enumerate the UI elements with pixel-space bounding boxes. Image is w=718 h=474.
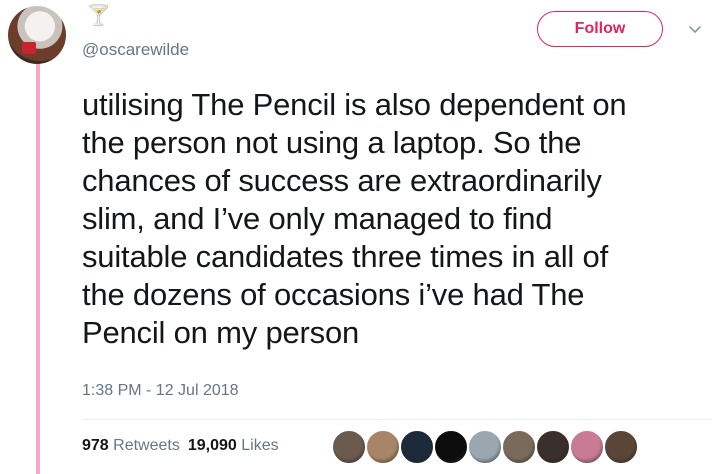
- tweet-stats: 978 Retweets 19,090 Likes: [82, 436, 279, 456]
- tweet-text: utilising The Pencil is also dependent o…: [82, 87, 627, 350]
- author-display-name[interactable]: 🍸: [86, 4, 111, 28]
- likes-count: 19,090: [187, 437, 237, 454]
- liker-avatar[interactable]: [603, 429, 639, 465]
- liker-avatar[interactable]: [399, 429, 435, 465]
- liker-avatar[interactable]: [501, 429, 537, 465]
- liker-avatar[interactable]: [365, 429, 401, 465]
- tweet-timestamp[interactable]: 1:38 PM - 12 Jul 2018: [82, 381, 239, 401]
- retweets-label: Retweets: [113, 437, 180, 454]
- retweets-count: 978: [82, 437, 109, 454]
- liker-avatar[interactable]: [433, 429, 469, 465]
- avatar-cup-detail: [22, 42, 36, 54]
- retweets-stat[interactable]: 978 Retweets: [82, 437, 180, 454]
- liker-avatar[interactable]: [569, 429, 605, 465]
- stats-divider: [82, 419, 712, 420]
- liker-avatar[interactable]: [331, 429, 367, 465]
- author-handle[interactable]: @oscarewilde: [82, 40, 189, 60]
- thread-line: [36, 62, 40, 474]
- chevron-down-icon[interactable]: [689, 26, 701, 34]
- follow-button[interactable]: Follow: [537, 11, 663, 47]
- likes-label: Likes: [241, 437, 279, 454]
- likes-stat[interactable]: 19,090 Likes: [188, 437, 279, 454]
- liker-avatar[interactable]: [467, 429, 503, 465]
- author-avatar[interactable]: [8, 6, 66, 64]
- liker-avatar[interactable]: [535, 429, 571, 465]
